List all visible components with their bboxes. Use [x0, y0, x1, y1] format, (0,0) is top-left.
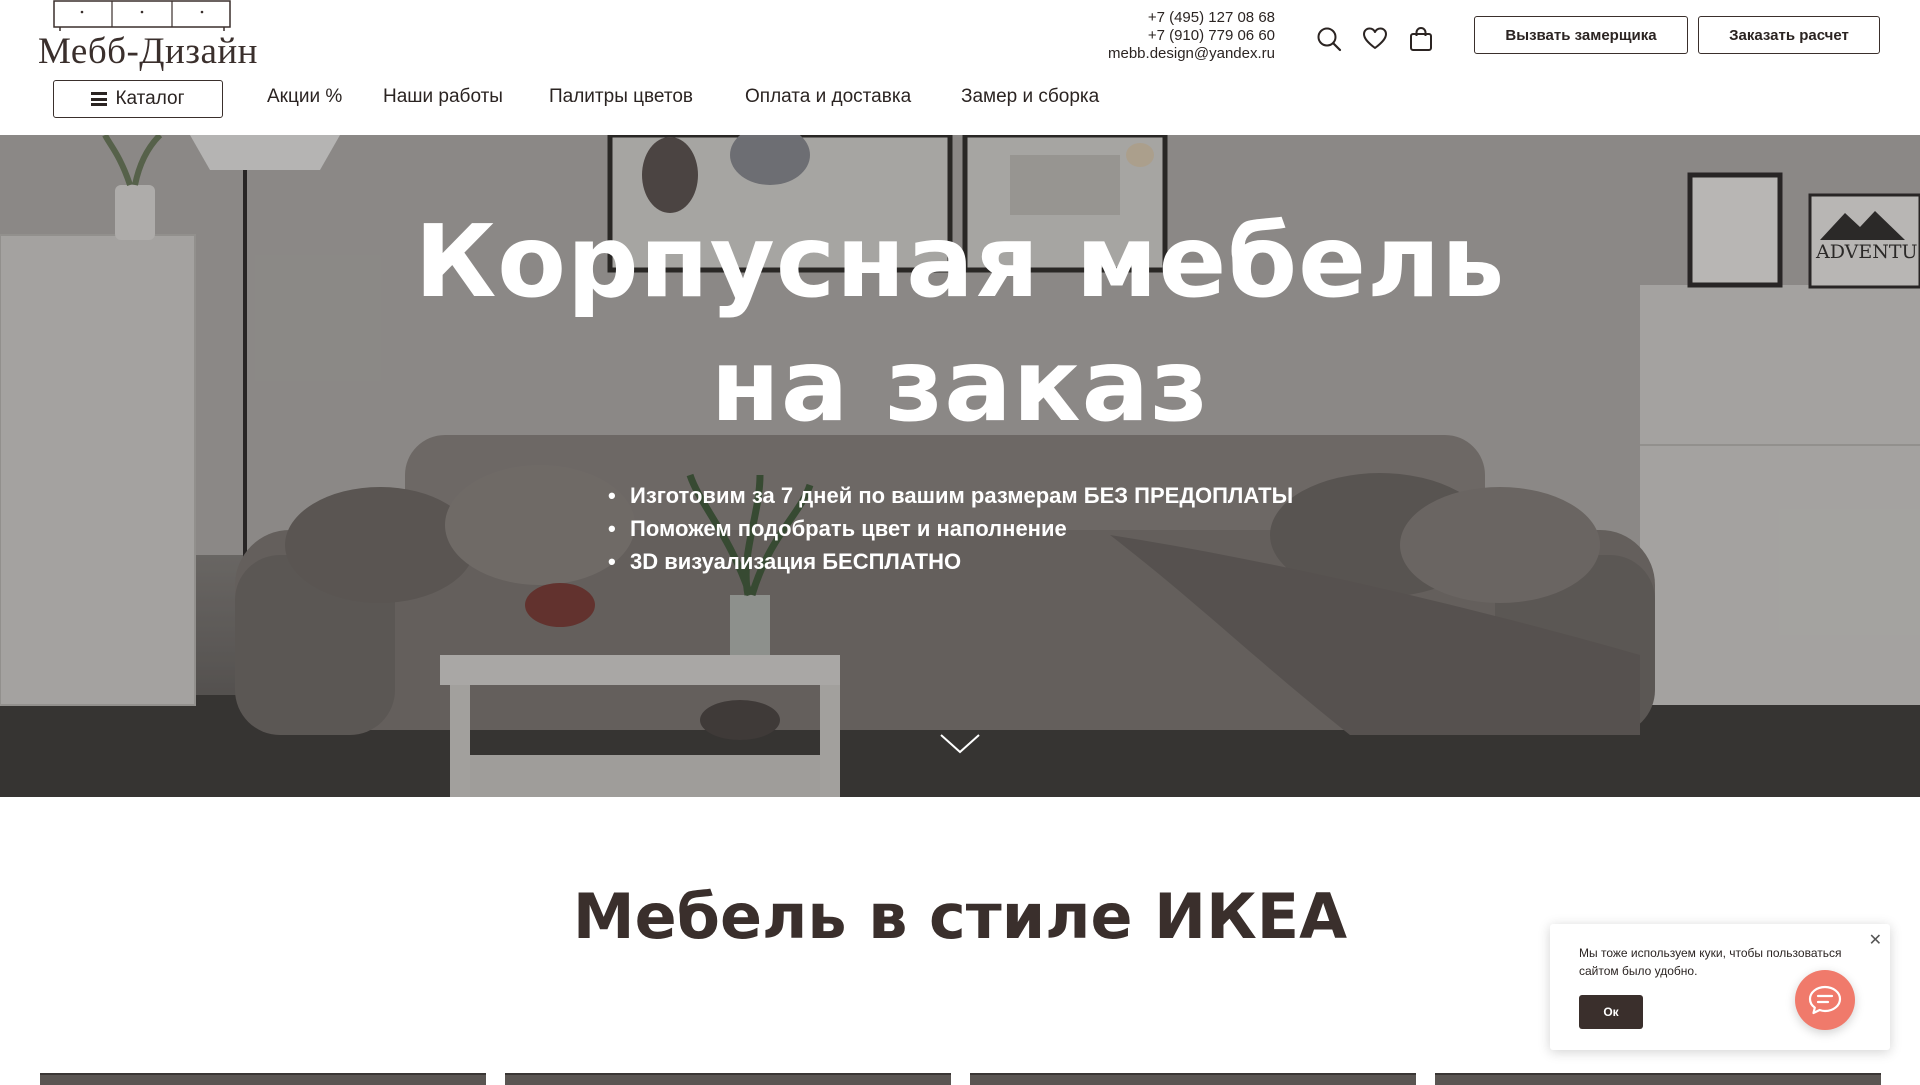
logo[interactable]: Мебб-Дизайн — [36, 0, 257, 72]
header-icons — [1316, 26, 1434, 52]
shopping-bag-icon[interactable] — [1408, 26, 1434, 52]
benefit-item: 3D визуализация БЕСПЛАТНО — [608, 545, 1293, 578]
hero-title: Корпусная мебель на заказ — [0, 200, 1920, 448]
hero-title-line-1: Корпусная мебель — [414, 203, 1506, 320]
order-calculation-button[interactable]: Заказать расчет — [1698, 16, 1880, 54]
phone-1[interactable]: +7 (495) 127 08 68 — [1108, 9, 1275, 27]
site-header: Мебб-Дизайн +7 (495) 127 08 68 +7 (910) … — [0, 0, 1920, 134]
product-card[interactable] — [970, 1073, 1416, 1085]
email-link[interactable]: mebb.design@yandex.ru — [1108, 45, 1275, 63]
product-card[interactable] — [1435, 1073, 1881, 1085]
search-icon[interactable] — [1316, 26, 1342, 52]
product-card[interactable] — [40, 1073, 486, 1085]
nav-item-color-palettes[interactable]: Палитры цветов — [549, 86, 745, 108]
scroll-down-chevron-icon[interactable] — [940, 733, 980, 755]
product-cards-row — [40, 1073, 1881, 1085]
main-nav: Акции % Наши работы Палитры цветов Оплат… — [267, 86, 1099, 108]
benefit-item: Поможем подобрать цвет и наполнение — [608, 512, 1293, 545]
nav-item-payment-delivery[interactable]: Оплата и доставка — [745, 86, 961, 108]
heart-icon[interactable] — [1362, 26, 1388, 52]
catalog-button-label: Каталог — [115, 88, 185, 109]
chat-bubble-icon — [1808, 985, 1842, 1015]
call-measurer-button[interactable]: Вызвать замерщика — [1474, 16, 1688, 54]
cookie-ok-button[interactable]: Ок — [1579, 995, 1643, 1029]
hero-title-line-2: на заказ — [710, 327, 1210, 444]
chat-widget-button[interactable] — [1795, 970, 1855, 1030]
benefit-item: Изготовим за 7 дней по вашим размерам БЕ… — [608, 479, 1293, 512]
phone-2[interactable]: +7 (910) 779 06 60 — [1108, 27, 1275, 45]
nav-item-measure-assembly[interactable]: Замер и сборка — [961, 86, 1099, 108]
logo-text: Мебб-Дизайн — [38, 31, 258, 72]
hamburger-menu-icon — [91, 92, 108, 106]
hero-benefits-list: Изготовим за 7 дней по вашим размерам БЕ… — [608, 479, 1293, 578]
product-card[interactable] — [505, 1073, 951, 1085]
nav-item-our-works[interactable]: Наши работы — [383, 86, 549, 108]
contacts-block: +7 (495) 127 08 68 +7 (910) 779 06 60 me… — [1108, 9, 1275, 63]
catalog-button[interactable]: Каталог — [53, 80, 223, 118]
close-icon[interactable]: ✕ — [1869, 930, 1882, 950]
logo-dresser-icon — [53, 0, 231, 31]
hero-banner: ADVENTURE Корпусная мебель на заказ Изго… — [0, 135, 1920, 797]
nav-item-promotions[interactable]: Акции % — [267, 86, 383, 108]
